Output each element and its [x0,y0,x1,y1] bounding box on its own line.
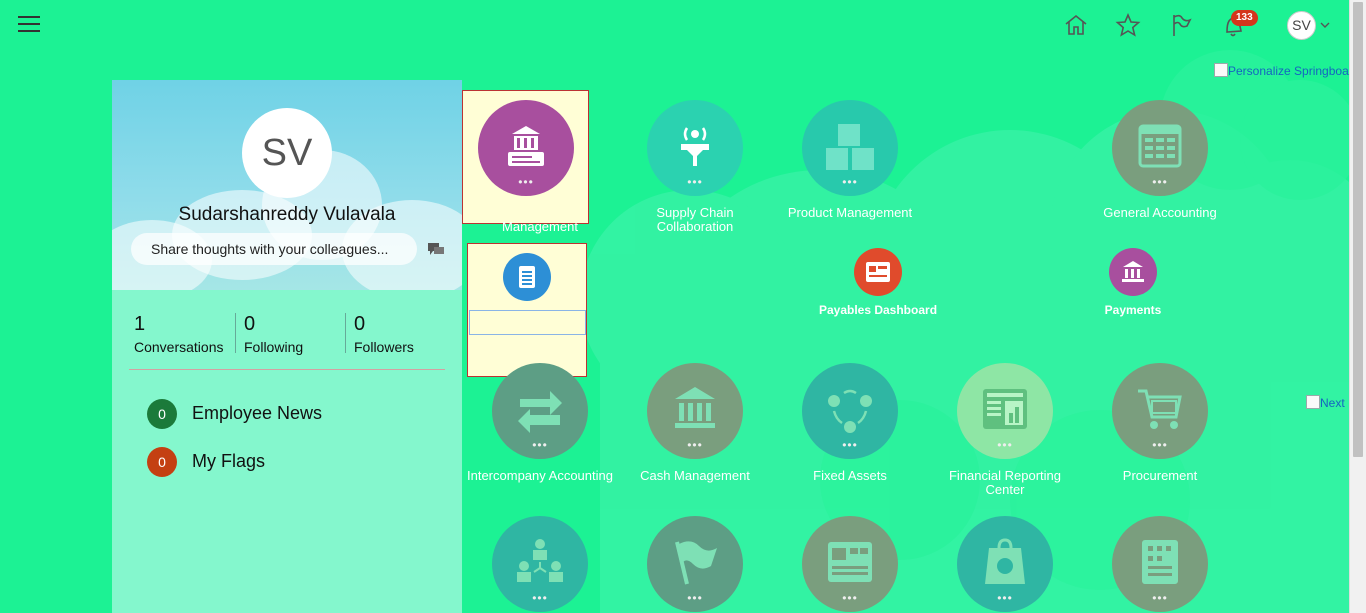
broken-image-icon [1214,63,1228,77]
user-avatar[interactable]: SV [1287,11,1316,40]
flags-count-badge: 0 [147,447,177,477]
flag-icon: ••• [647,516,743,612]
notification-badge: 133 [1231,10,1258,26]
scrollbar-thumb[interactable] [1353,2,1363,457]
vertical-scrollbar[interactable] [1349,0,1366,613]
conversation-icon[interactable] [427,242,445,258]
bank-document-icon: ••• [478,100,574,196]
divider [129,369,445,370]
document-icon [503,253,551,301]
cart-icon: ••• [1112,363,1208,459]
bank-icon: ••• [647,363,743,459]
flag-icon[interactable] [1168,12,1194,38]
personalize-springboard-link[interactable]: Personalize Springboard [1214,63,1349,78]
next-link[interactable]: Next [1306,395,1345,410]
stat-following[interactable]: 0 Following [244,313,303,355]
share-thoughts-input[interactable]: Share thoughts with your colleagues... [131,233,417,265]
cycle-icon: ••• [802,363,898,459]
chevron-down-icon[interactable] [1320,20,1330,30]
divider [345,313,346,353]
profile-banner: SV Sudarshanreddy Vulavala Share thought… [112,80,462,290]
stat-followers[interactable]: 0 Followers [354,313,414,355]
building-icon: ••• [1112,516,1208,612]
profile-panel: SV Sudarshanreddy Vulavala Share thought… [112,80,462,613]
profile-name[interactable]: Sudarshanreddy Vulavala [112,204,462,226]
divider [235,313,236,353]
dashboard-icon: ••• [802,516,898,612]
broken-image-icon [1306,395,1320,409]
bank-icon [1109,248,1157,296]
report-icon: ••• [957,363,1053,459]
boxes-icon: ••• [802,100,898,196]
exchange-arrows-icon: ••• [492,363,588,459]
news-count-badge: 0 [147,399,177,429]
ledger-icon: ••• [1112,100,1208,196]
popup-text-field[interactable] [469,310,586,335]
shopping-bag-icon: ••• [957,516,1053,612]
home-icon[interactable] [1063,12,1089,38]
star-icon[interactable] [1115,12,1141,38]
antenna-icon: ••• [647,100,743,196]
profile-avatar[interactable]: SV [242,108,332,198]
stat-conversations[interactable]: 1 Conversations [134,313,224,355]
menu-button[interactable] [18,16,40,34]
org-chart-icon: ••• [492,516,588,612]
dashboard-icon [854,248,902,296]
